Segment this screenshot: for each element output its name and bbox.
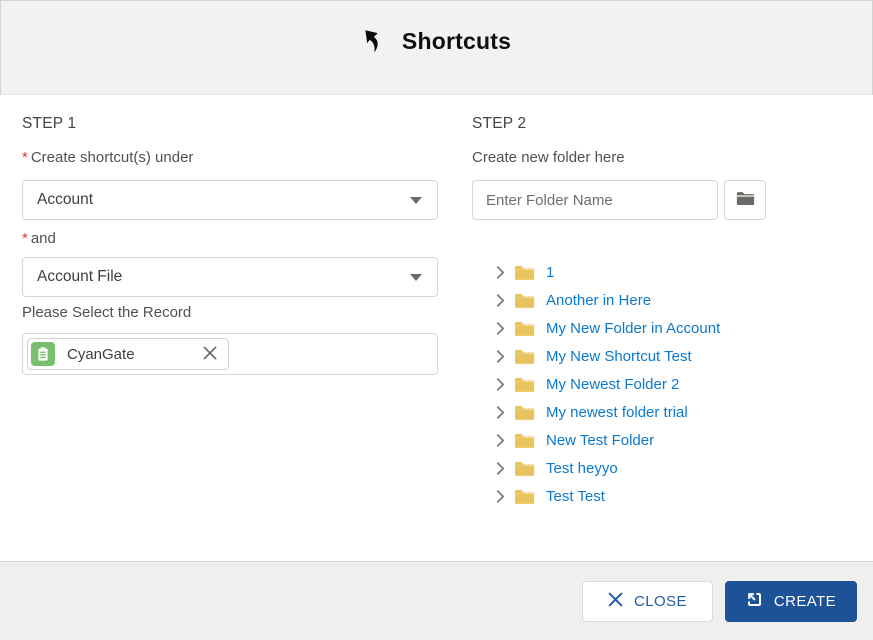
dialog-title: Shortcuts xyxy=(402,28,511,55)
folder-tree-label[interactable]: Another in Here xyxy=(546,292,651,309)
and-label: *and xyxy=(22,229,438,249)
record-label: Please Select the Record xyxy=(22,303,438,323)
remove-record-button[interactable] xyxy=(201,344,219,365)
dialog-body: STEP 1 *Create shortcut(s) under Account… xyxy=(0,95,873,561)
chevron-right-icon[interactable] xyxy=(496,434,505,447)
folder-icon xyxy=(514,460,535,477)
shortcut-arrow-icon xyxy=(362,27,389,56)
folder-icon xyxy=(514,376,535,393)
pop-in-icon xyxy=(746,591,763,612)
chevron-right-icon[interactable] xyxy=(496,462,505,475)
step2-heading: STEP 2 xyxy=(472,114,854,134)
file-object-select[interactable]: Account File xyxy=(22,257,438,297)
folder-icon xyxy=(514,320,535,337)
folder-tree-item[interactable]: Test Test xyxy=(496,482,854,510)
record-lookup-field[interactable]: CyanGate xyxy=(22,333,438,375)
create-button[interactable]: CREATE xyxy=(725,581,857,622)
chevron-right-icon[interactable] xyxy=(496,266,505,279)
step1-heading: STEP 1 xyxy=(22,114,438,134)
file-object-value: Account File xyxy=(37,268,122,286)
folder-icon xyxy=(736,191,755,209)
folder-tree-label[interactable]: My Newest Folder 2 xyxy=(546,376,679,393)
folder-tree-item[interactable]: New Test Folder xyxy=(496,426,854,454)
folder-tree-label[interactable]: Test Test xyxy=(546,488,605,505)
chevron-down-icon xyxy=(410,197,422,204)
folder-icon xyxy=(514,264,535,281)
parent-object-label: *Create shortcut(s) under xyxy=(22,148,438,168)
folder-tree-label[interactable]: 1 xyxy=(546,264,554,281)
folder-icon xyxy=(514,404,535,421)
folder-tree-item[interactable]: Another in Here xyxy=(496,286,854,314)
folder-tree-label[interactable]: My New Folder in Account xyxy=(546,320,720,337)
chevron-right-icon[interactable] xyxy=(496,350,505,363)
close-button[interactable]: CLOSE xyxy=(582,581,713,622)
folder-tree-label[interactable]: Test heyyo xyxy=(546,460,618,477)
folder-tree-label[interactable]: New Test Folder xyxy=(546,432,654,449)
folder-tree: 1 Another in Here xyxy=(472,258,854,510)
folder-tree-item[interactable]: Test heyyo xyxy=(496,454,854,482)
folder-icon xyxy=(514,488,535,505)
close-icon xyxy=(203,346,217,363)
parent-object-select[interactable]: Account xyxy=(22,180,438,220)
folder-icon xyxy=(514,348,535,365)
folder-tree-label[interactable]: My newest folder trial xyxy=(546,404,688,421)
folder-icon xyxy=(514,432,535,449)
new-folder-row xyxy=(472,180,854,220)
required-asterisk: * xyxy=(22,149,28,166)
create-folder-button[interactable] xyxy=(724,180,766,220)
selected-record-pill: CyanGate xyxy=(27,338,229,370)
chevron-right-icon[interactable] xyxy=(496,294,505,307)
dialog-header: Shortcuts xyxy=(0,0,873,95)
new-folder-label: Create new folder here xyxy=(472,148,854,168)
folder-tree-item[interactable]: My Newest Folder 2 xyxy=(496,370,854,398)
chevron-right-icon[interactable] xyxy=(496,322,505,335)
step2-section: STEP 2 Create new folder here xyxy=(472,114,854,510)
chevron-right-icon[interactable] xyxy=(496,378,505,391)
folder-tree-item[interactable]: 1 xyxy=(496,258,854,286)
required-asterisk: * xyxy=(22,230,28,247)
close-icon xyxy=(608,592,623,611)
folder-tree-item[interactable]: My New Shortcut Test xyxy=(496,342,854,370)
chevron-right-icon[interactable] xyxy=(496,406,505,419)
chevron-right-icon[interactable] xyxy=(496,490,505,503)
folder-name-input[interactable] xyxy=(472,180,718,220)
shortcuts-dialog: Shortcuts STEP 1 *Create shortcut(s) und… xyxy=(0,0,873,640)
folder-tree-item[interactable]: My New Folder in Account xyxy=(496,314,854,342)
chevron-down-icon xyxy=(410,274,422,281)
selected-record-name: CyanGate xyxy=(67,346,135,363)
parent-object-value: Account xyxy=(37,191,93,209)
step1-section: STEP 1 *Create shortcut(s) under Account… xyxy=(22,114,438,375)
folder-tree-label[interactable]: My New Shortcut Test xyxy=(546,348,692,365)
dialog-footer: CLOSE CREATE xyxy=(0,561,873,640)
folder-tree-item[interactable]: My newest folder trial xyxy=(496,398,854,426)
folder-icon xyxy=(514,292,535,309)
record-icon xyxy=(31,342,55,366)
